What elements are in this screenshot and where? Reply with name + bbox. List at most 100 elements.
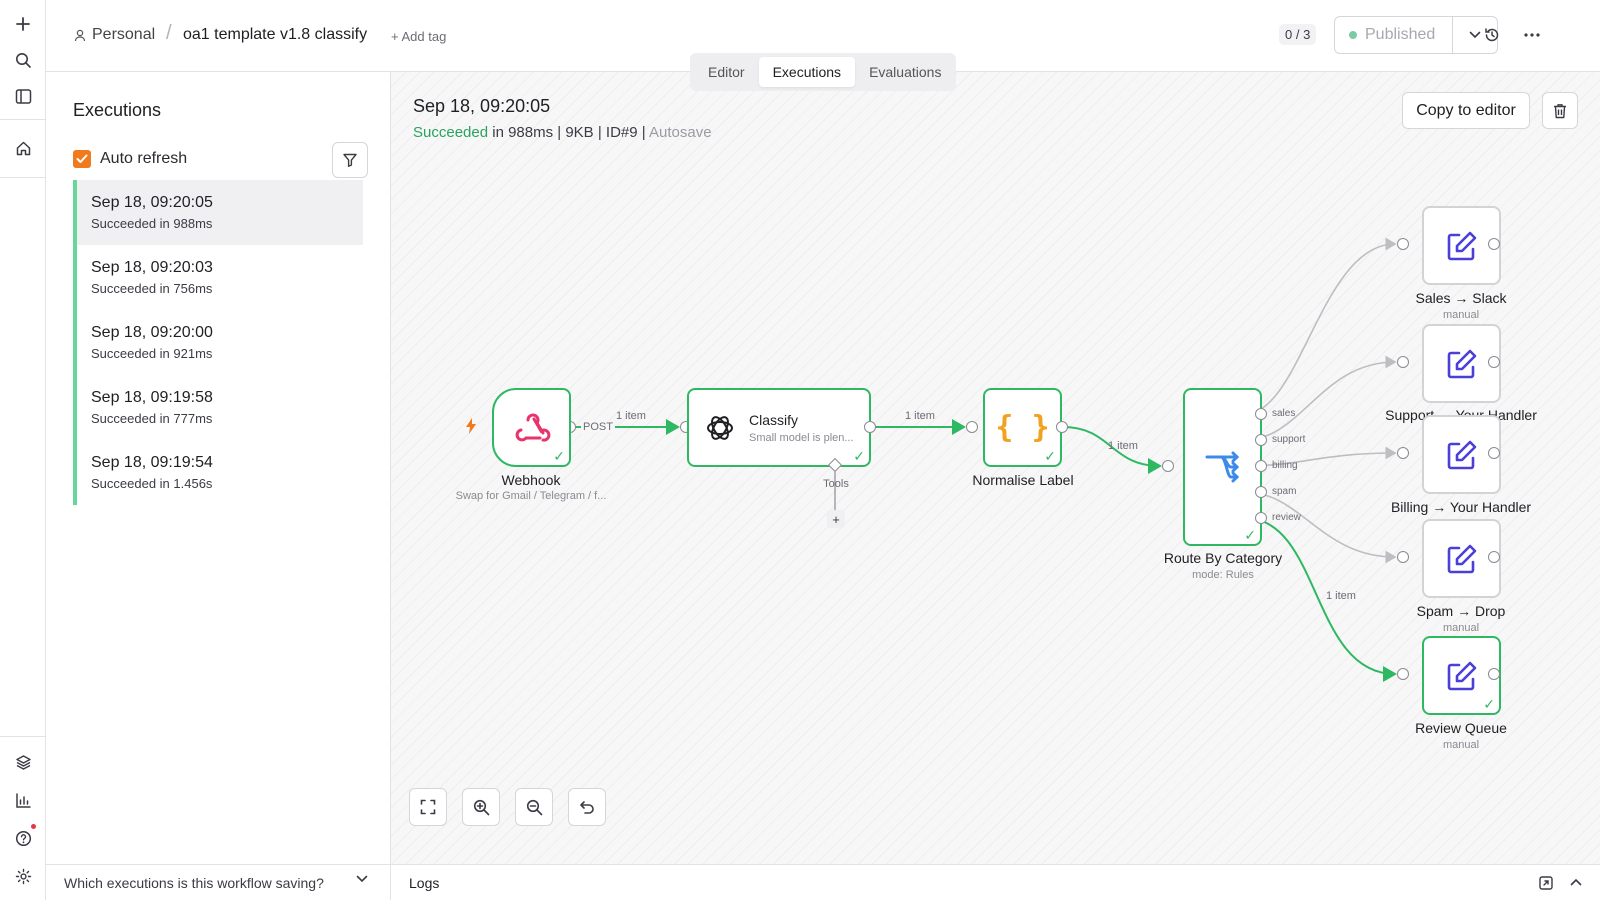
add-tool-button[interactable]: + <box>827 510 845 528</box>
plus-icon[interactable] <box>11 12 35 36</box>
evaluation-counter: 0 / 3 <box>1279 24 1317 45</box>
logs-bar[interactable]: Logs <box>391 864 1600 900</box>
support-output-port[interactable] <box>1488 356 1500 368</box>
normalise-output-port[interactable] <box>1056 421 1068 433</box>
undo-icon <box>580 801 594 814</box>
webhook-subtitle: Swap for Gmail / Telegram / f... <box>455 490 607 502</box>
execution-time: Sep 18, 09:20:03 <box>91 259 213 276</box>
sales-input-port[interactable] <box>1397 238 1409 250</box>
execution-item[interactable]: Sep 18, 09:20:05 Succeeded in 988ms <box>73 180 363 245</box>
saving-question: Which executions is this workflow saving… <box>64 874 324 891</box>
edge-route-sales <box>1244 237 1397 415</box>
route-output-port[interactable] <box>1255 486 1267 498</box>
trigger-bolt-icon <box>466 418 476 434</box>
normalise-input-port[interactable] <box>966 421 978 433</box>
fit-view-button[interactable] <box>409 788 447 826</box>
zoom-in-button[interactable] <box>462 788 500 826</box>
view-tabs: Editor Executions Evaluations <box>690 53 956 91</box>
classify-output-port[interactable] <box>864 421 876 433</box>
route-output-port[interactable] <box>1255 408 1267 420</box>
tools-label: Tools <box>823 478 849 490</box>
execution-item[interactable]: Sep 18, 09:19:58 Succeeded in 777ms <box>73 375 363 440</box>
normalise-label-node[interactable]: { } ✓ <box>983 388 1062 467</box>
workflow-canvas[interactable]: Sep 18, 09:20:05 Succeeded in 988ms | 9K… <box>391 72 1600 864</box>
execution-list: Sep 18, 09:20:05 Succeeded in 988ms Sep … <box>73 180 363 505</box>
execution-item[interactable]: Sep 18, 09:20:00 Succeeded in 921ms <box>73 310 363 375</box>
execution-time: Sep 18, 09:20:00 <box>91 324 213 341</box>
sales-label: Sales → Slack <box>1415 290 1507 306</box>
notification-dot <box>31 824 36 829</box>
auto-refresh-toggle[interactable]: Auto refresh <box>73 150 187 168</box>
zoom-out-icon <box>526 799 542 815</box>
billing-label: Billing → Your Handler <box>1390 499 1532 515</box>
insights-icon[interactable] <box>11 788 35 812</box>
executions-title: Executions <box>73 100 162 120</box>
fit-view-icon <box>420 799 436 815</box>
logs-label: Logs <box>409 874 440 891</box>
saving-settings-bar[interactable]: Which executions is this workflow saving… <box>46 864 391 900</box>
webhook-icon <box>515 413 550 442</box>
templates-icon[interactable] <box>11 750 35 774</box>
review-input-port[interactable] <box>1397 668 1409 680</box>
breadcrumb-personal[interactable]: Personal <box>74 26 155 44</box>
execution-time: Sep 18, 09:20:05 <box>91 194 213 211</box>
edge-label-items: 1 item <box>905 410 935 422</box>
execution-status: Succeeded in 777ms <box>91 411 213 426</box>
published-label: Published <box>1365 26 1436 43</box>
published-button[interactable]: Published <box>1335 17 1453 53</box>
sales-output-port[interactable] <box>1488 238 1500 250</box>
execution-item[interactable]: Sep 18, 09:20:03 Succeeded in 756ms <box>73 245 363 310</box>
edge-label-items: 1 item <box>616 410 646 422</box>
edit-icon <box>1447 349 1476 378</box>
spam-subtitle: manual <box>1442 622 1480 634</box>
more-options-icon[interactable] <box>1521 24 1543 46</box>
spam-input-port[interactable] <box>1397 551 1409 563</box>
reset-zoom-button[interactable] <box>568 788 606 826</box>
review-output-port[interactable] <box>1488 668 1500 680</box>
route-output-port[interactable] <box>1255 434 1267 446</box>
execution-status: Succeeded in 756ms <box>91 281 213 296</box>
home-icon[interactable] <box>11 136 35 160</box>
support-input-port[interactable] <box>1397 356 1409 368</box>
switch-icon <box>1205 451 1239 483</box>
tab-editor[interactable]: Editor <box>694 57 759 87</box>
webhook-node[interactable]: ✓ <box>492 388 571 467</box>
success-check-icon: ✓ <box>853 448 865 464</box>
route-input-port[interactable] <box>1162 460 1174 472</box>
search-icon[interactable] <box>11 48 35 72</box>
user-icon <box>74 29 86 41</box>
route-output-label: spam <box>1272 486 1297 497</box>
left-rail <box>0 0 46 900</box>
sidebar-toggle-icon[interactable] <box>11 84 35 108</box>
execution-item[interactable]: Sep 18, 09:19:54 Succeeded in 1.456s <box>73 440 363 505</box>
history-icon[interactable] <box>1481 24 1503 46</box>
webhook-label: Webhook <box>501 472 561 488</box>
route-output-label: sales <box>1272 408 1296 419</box>
open-external-icon[interactable] <box>1539 876 1553 890</box>
status-dot-icon <box>1349 31 1357 39</box>
billing-output-port[interactable] <box>1488 447 1500 459</box>
auto-refresh-label: Auto refresh <box>100 150 188 167</box>
edit-icon <box>1447 544 1476 573</box>
help-icon[interactable] <box>11 826 35 850</box>
tab-evaluations[interactable]: Evaluations <box>855 57 955 87</box>
spam-output-port[interactable] <box>1488 551 1500 563</box>
tab-executions[interactable]: Executions <box>758 57 856 87</box>
filter-button[interactable] <box>332 142 368 178</box>
add-tag-link[interactable]: + Add tag <box>391 29 446 44</box>
auto-refresh-checkbox[interactable] <box>73 150 91 168</box>
edit-icon <box>1447 440 1476 469</box>
success-check-icon: ✓ <box>1244 527 1256 543</box>
zoom-out-button[interactable] <box>515 788 553 826</box>
review-label: Review Queue <box>1415 720 1507 736</box>
settings-icon[interactable] <box>11 864 35 888</box>
workflow-title[interactable]: oa1 template v1.8 classify <box>183 26 367 44</box>
classify-node[interactable]: Classify Small model is plen... ✓ <box>687 388 871 467</box>
route-output-port[interactable] <box>1255 512 1267 524</box>
route-by-category-node[interactable]: ✓ <box>1183 388 1262 546</box>
route-output-port[interactable] <box>1255 460 1267 472</box>
billing-input-port[interactable] <box>1397 447 1409 459</box>
chevron-up-icon[interactable] <box>1570 878 1582 886</box>
execution-time: Sep 18, 09:19:58 <box>91 389 213 406</box>
code-braces-icon: { } <box>995 410 1050 445</box>
